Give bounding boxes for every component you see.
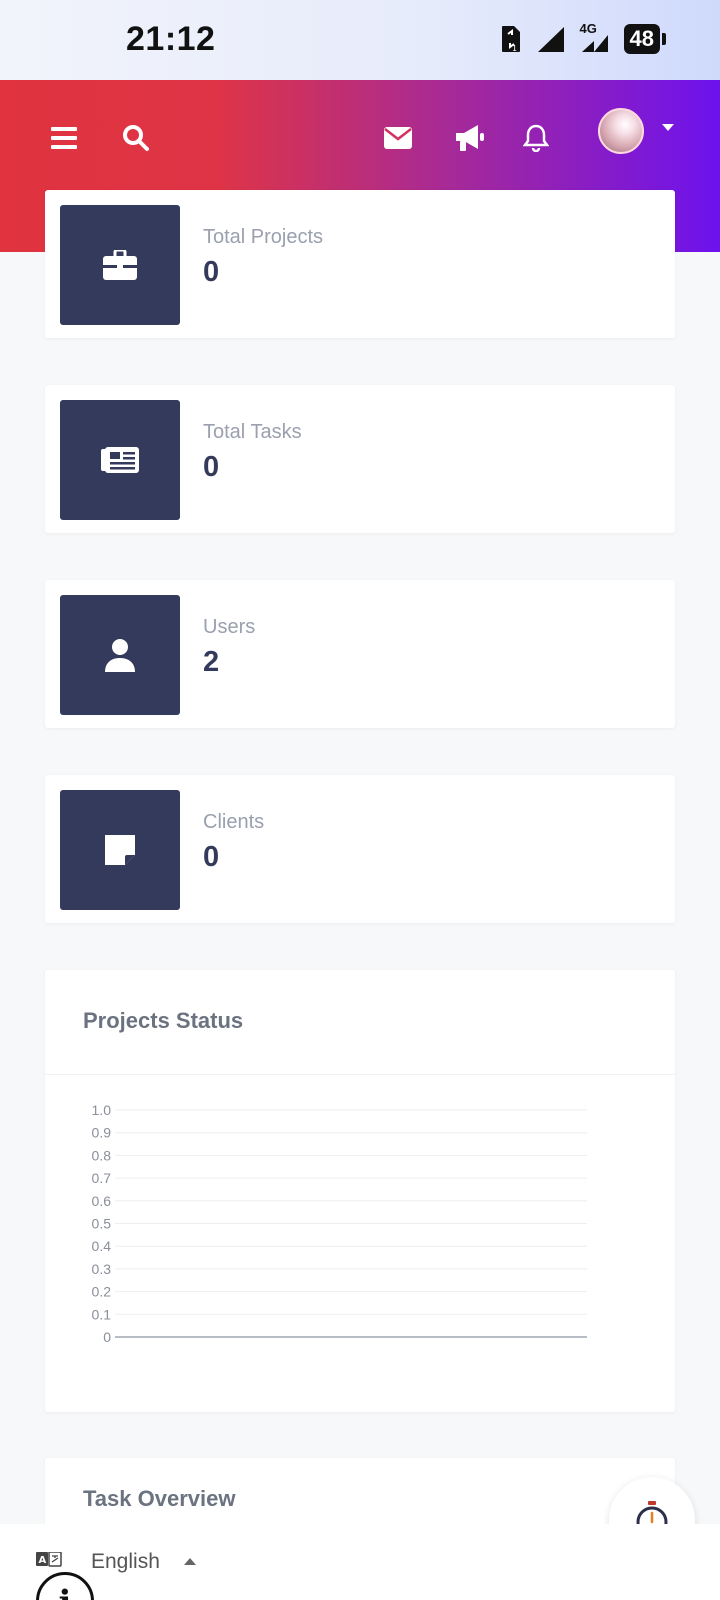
info-icon[interactable]: i xyxy=(36,1572,94,1600)
stat-card-users[interactable]: Users 2 xyxy=(45,580,675,728)
stat-value: 0 xyxy=(203,256,220,288)
mail-icon[interactable] xyxy=(378,118,418,158)
stat-label: Total Tasks xyxy=(203,421,302,443)
bell-icon[interactable] xyxy=(516,118,556,158)
stat-card-clients[interactable]: Clients 0 xyxy=(45,775,675,923)
projects-status-chart: 1.0 0.9 0.8 0.7 0.6 0.5 0.4 0.3 0.2 0.1 0 xyxy=(92,1102,587,1345)
stat-card-total-tasks[interactable]: Total Tasks 0 xyxy=(45,385,675,533)
status-bar: 21:12 1 4G 48 xyxy=(0,0,720,80)
megaphone-icon[interactable] xyxy=(450,118,490,158)
user-icon xyxy=(60,595,180,715)
battery-indicator: 48 xyxy=(623,24,666,54)
stat-label: Total Projects xyxy=(203,226,324,248)
panel-title: Projects Status xyxy=(83,1008,244,1033)
y-tick-label: 0.3 xyxy=(92,1261,112,1277)
chevron-down-icon[interactable] xyxy=(662,124,674,131)
stat-card-total-projects[interactable]: Total Projects 0 xyxy=(45,190,675,338)
stat-label: Users xyxy=(203,616,256,638)
newspaper-icon xyxy=(60,400,180,520)
y-tick-label: 0.6 xyxy=(92,1193,112,1209)
y-tick-label: 0.4 xyxy=(92,1238,112,1254)
stat-value: 0 xyxy=(203,451,220,483)
search-icon[interactable] xyxy=(116,118,156,158)
status-icons: 1 4G 48 xyxy=(500,21,666,54)
language-bar: A English i xyxy=(0,1524,720,1600)
signal-icon xyxy=(537,27,564,52)
y-tick-label: 0 xyxy=(103,1329,111,1345)
stat-label: Clients xyxy=(203,811,265,833)
sticky-note-icon xyxy=(60,790,180,910)
stat-value: 0 xyxy=(203,841,220,873)
signal-4g-icon: 4G xyxy=(580,21,610,53)
sim-icon: 1 xyxy=(501,26,520,53)
menu-icon[interactable] xyxy=(44,118,84,158)
chevron-up-icon[interactable] xyxy=(184,1558,196,1565)
y-tick-label: 0.1 xyxy=(92,1306,112,1322)
briefcase-icon xyxy=(60,205,180,325)
y-tick-label: 1.0 xyxy=(92,1102,112,1118)
translate-icon[interactable]: A xyxy=(36,1552,62,1568)
svg-text:1: 1 xyxy=(512,44,517,53)
panel-title: Task Overview xyxy=(83,1486,236,1511)
battery-level: 48 xyxy=(623,24,660,54)
y-tick-label: 0.7 xyxy=(92,1170,112,1186)
avatar[interactable] xyxy=(598,108,644,154)
y-tick-label: 0.5 xyxy=(92,1216,112,1232)
stat-value: 2 xyxy=(203,646,220,678)
projects-status-panel: Projects Status 1.0 0.9 0.8 0.7 0.6 0.5 0.4 0.3… xyxy=(45,970,675,1412)
language-label[interactable]: English xyxy=(91,1550,160,1574)
y-tick-label: 0.8 xyxy=(92,1147,112,1163)
status-time: 21:12 xyxy=(126,20,216,58)
y-tick-label: 0.2 xyxy=(92,1284,112,1300)
y-tick-label: 0.9 xyxy=(92,1125,112,1141)
svg-text:A: A xyxy=(39,1555,47,1566)
